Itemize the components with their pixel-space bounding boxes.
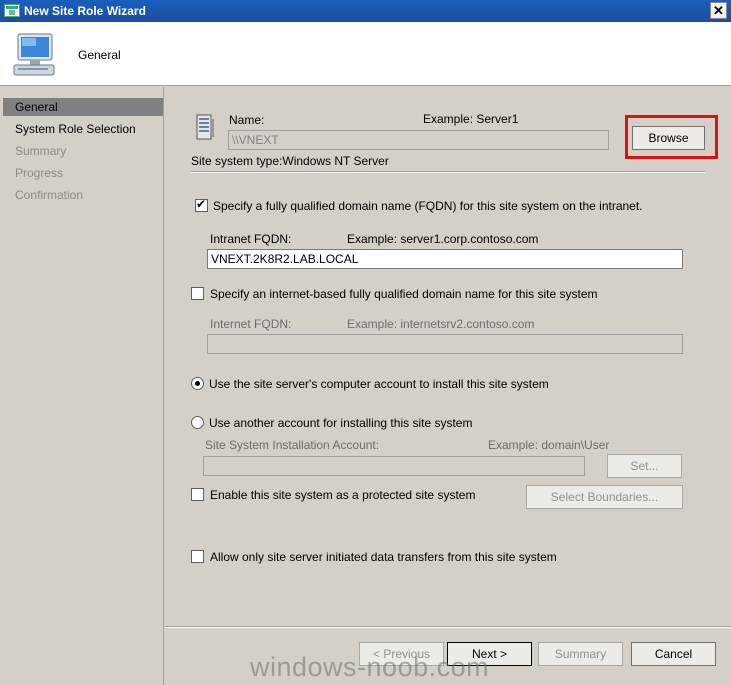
- intranet-fqdn-example: Example: server1.corp.contoso.com: [347, 232, 539, 246]
- computer-account-radio-label[interactable]: Use the site server's computer account t…: [209, 377, 549, 391]
- intranet-fqdn-field[interactable]: [207, 249, 683, 269]
- name-field[interactable]: [228, 130, 609, 150]
- page-title: General: [78, 48, 121, 62]
- name-label: Name:: [229, 113, 265, 127]
- sidebar-item-summary: Summary: [15, 144, 67, 158]
- protected-site-checkbox-label[interactable]: Enable this site system as a protected s…: [210, 488, 475, 502]
- install-account-label: Site System Installation Account:: [205, 438, 380, 452]
- wizard-app-icon: [4, 4, 20, 17]
- other-account-radio[interactable]: [191, 416, 204, 429]
- wizard-header: General: [0, 22, 731, 86]
- browse-button[interactable]: Browse: [632, 126, 705, 150]
- server-initiated-transfers-label[interactable]: Allow only site server initiated data tr…: [210, 550, 557, 564]
- footer-separator: [165, 626, 731, 628]
- fqdn-checkbox-label[interactable]: Specify a fully qualified domain name (F…: [213, 199, 643, 213]
- fqdn-checkbox[interactable]: [195, 197, 208, 212]
- sidebar-item-confirmation: Confirmation: [15, 188, 84, 202]
- internet-fqdn-input[interactable]: [208, 335, 682, 353]
- sidebar-item-progress: Progress: [15, 166, 64, 180]
- summary-button[interactable]: Summary: [538, 642, 623, 666]
- intranet-fqdn-label: Intranet FQDN:: [210, 232, 292, 246]
- server-initiated-transfers-checkbox[interactable]: [191, 550, 204, 563]
- internet-fqdn-label: Internet FQDN:: [210, 317, 292, 331]
- server-icon: [196, 114, 214, 140]
- computer-account-radio[interactable]: [191, 377, 204, 390]
- cancel-button[interactable]: Cancel: [631, 642, 716, 666]
- install-account-input[interactable]: [204, 457, 584, 475]
- watermark-text: windows-noob.com: [250, 652, 490, 682]
- title-bar: New Site Role Wizard ✕: [0, 0, 731, 22]
- intranet-fqdn-input[interactable]: [208, 250, 682, 268]
- protected-site-checkbox[interactable]: [191, 488, 204, 501]
- section-separator: [191, 171, 705, 173]
- name-example: Example: Server1: [423, 112, 519, 126]
- sidebar-divider: [163, 87, 164, 685]
- internet-fqdn-checkbox-label[interactable]: Specify an internet-based fully qualifie…: [210, 287, 598, 301]
- sidebar-item-system-role-selection[interactable]: System Role Selection: [3, 120, 163, 138]
- internet-fqdn-example: Example: internetsrv2.contoso.com: [347, 317, 535, 331]
- internet-fqdn-field[interactable]: [207, 334, 683, 354]
- set-account-button[interactable]: Set...: [607, 454, 682, 478]
- other-account-radio-label[interactable]: Use another account for installing this …: [209, 416, 472, 430]
- select-boundaries-button[interactable]: Select Boundaries...: [526, 485, 683, 509]
- internet-fqdn-checkbox[interactable]: [191, 287, 204, 300]
- window-title: New Site Role Wizard: [24, 4, 146, 18]
- site-system-type: Site system type:Windows NT Server: [191, 154, 389, 168]
- main-panel: Name: Example: Server1 Browse Site syste…: [165, 87, 731, 685]
- wizard-steps-sidebar: General System Role Selection Summary Pr…: [0, 87, 164, 685]
- computer-icon: [13, 33, 55, 76]
- name-input[interactable]: [229, 131, 608, 149]
- sidebar-item-general[interactable]: General: [3, 98, 163, 116]
- close-icon[interactable]: ✕: [710, 2, 727, 19]
- install-account-field[interactable]: [203, 456, 585, 476]
- install-account-example: Example: domain\User: [488, 438, 610, 452]
